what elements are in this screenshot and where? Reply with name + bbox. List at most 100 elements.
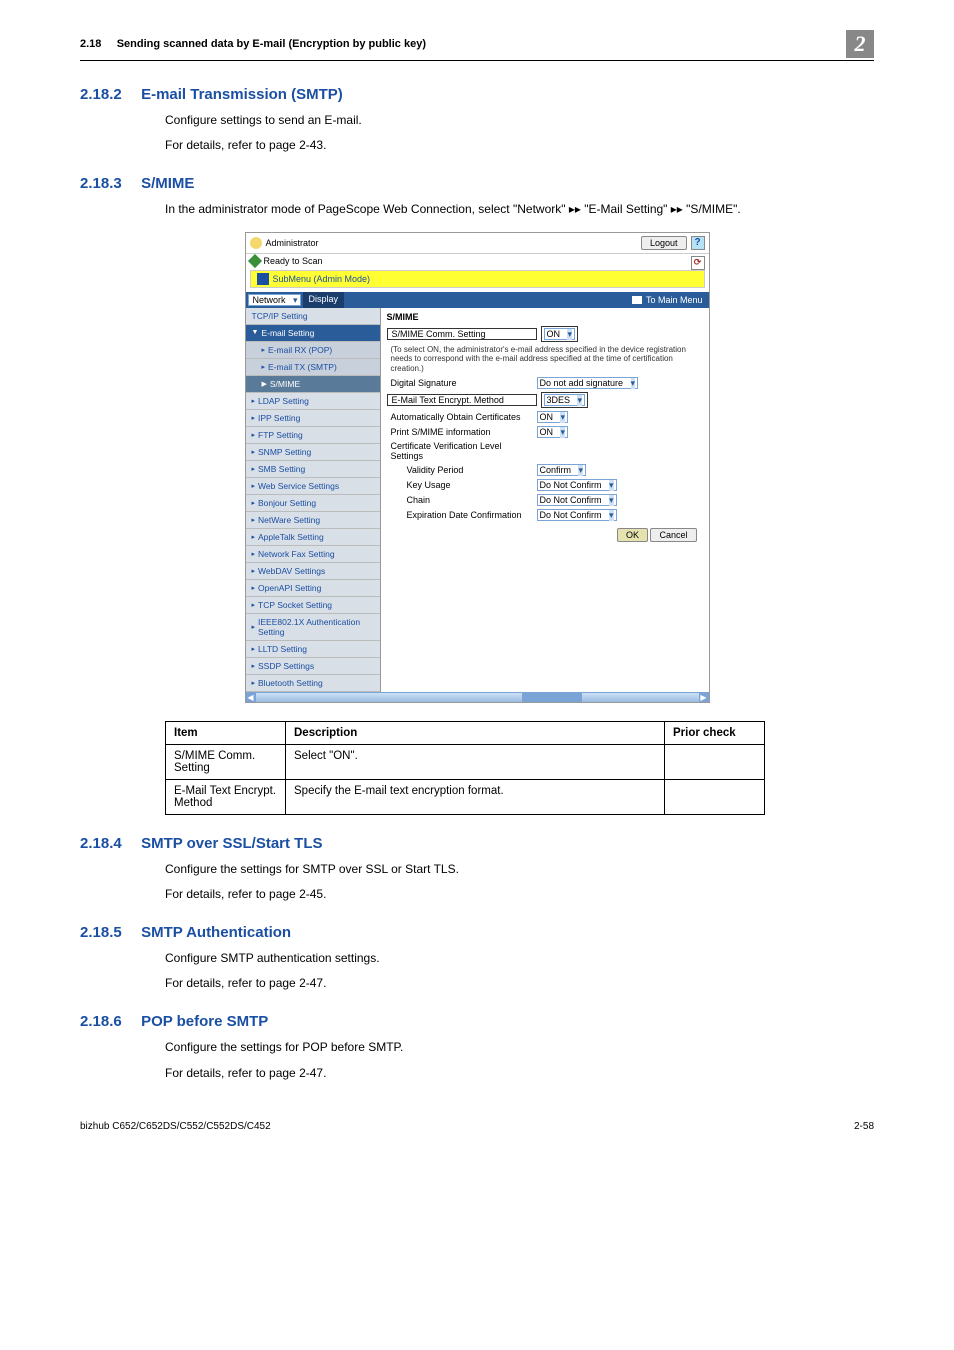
sidebar-item[interactable]: ▸E-mail RX (POP) bbox=[246, 342, 380, 359]
sidebar-item[interactable]: ▸WebDAV Settings bbox=[246, 563, 380, 580]
dropdown-select[interactable]: ON bbox=[544, 328, 576, 340]
horizontal-scrollbar[interactable]: ◀ ▶ bbox=[246, 692, 709, 702]
dropdown-select[interactable]: 3DES bbox=[544, 394, 586, 406]
scroll-right-icon[interactable]: ▶ bbox=[699, 693, 709, 702]
sidebar-item[interactable]: ▸Bluetooth Setting bbox=[246, 675, 380, 692]
tree-arrow-icon: ▸ bbox=[252, 465, 256, 473]
sidebar-item[interactable]: ▸LDAP Setting bbox=[246, 393, 380, 410]
highlight-box: ON bbox=[541, 326, 579, 342]
sec-num: 2.18.4 bbox=[80, 835, 122, 852]
status-icon bbox=[247, 254, 261, 268]
form-row: Digital SignatureDo not add signature bbox=[387, 377, 703, 389]
tree-arrow-icon: ▸ bbox=[252, 662, 256, 670]
dropdown-select[interactable]: Confirm bbox=[537, 464, 587, 476]
body-text: Configure the settings for POP before SM… bbox=[165, 1038, 874, 1057]
page-footer: bizhub C652/C652DS/C552/C552DS/C452 2-58 bbox=[0, 1109, 954, 1150]
sidebar-item-label: E-mail Setting bbox=[261, 328, 314, 338]
sidebar-item[interactable]: ▸OpenAPI Setting bbox=[246, 580, 380, 597]
tree-arrow-icon: ▸ bbox=[252, 584, 256, 592]
header-section-num: 2.18 bbox=[80, 38, 101, 50]
embedded-screenshot: Administrator Logout ? ⟳ Ready to Scan S… bbox=[245, 232, 710, 703]
sidebar-item[interactable]: ▸E-mail TX (SMTP) bbox=[246, 359, 380, 376]
to-main-menu[interactable]: To Main Menu bbox=[626, 292, 709, 308]
field-label: S/MIME Comm. Setting bbox=[387, 328, 537, 340]
sidebar-item-label: Web Service Settings bbox=[258, 481, 339, 491]
body-text: For details, refer to page 2-47. bbox=[165, 1064, 874, 1083]
table-cell: E-Mail Text Encrypt. Method bbox=[166, 779, 286, 814]
sidebar-item[interactable]: ▸IPP Setting bbox=[246, 410, 380, 427]
tree-arrow-icon: ▸ bbox=[252, 623, 256, 631]
menu-icon bbox=[632, 296, 642, 304]
note-text: (To select ON, the administrator's e-mai… bbox=[387, 345, 703, 378]
field-label: Certificate Verification Level Settings bbox=[387, 441, 537, 461]
footer-model: bizhub C652/C652DS/C552/C552DS/C452 bbox=[80, 1121, 271, 1132]
submenu-bar[interactable]: SubMenu (Admin Mode) bbox=[250, 270, 705, 288]
tree-arrow-icon: ▸ bbox=[252, 397, 256, 405]
tree-arrow-icon: ▸ bbox=[262, 363, 266, 371]
sidebar-item[interactable]: ▸Web Service Settings bbox=[246, 478, 380, 495]
footer-page: 2-58 bbox=[854, 1121, 874, 1132]
sidebar-item[interactable]: ▸SNMP Setting bbox=[246, 444, 380, 461]
tree-arrow-icon: ▼ bbox=[252, 329, 259, 336]
sidebar-item[interactable]: ▸IEEE802.1X Authentication Setting bbox=[246, 614, 380, 641]
header-left: 2.18 Sending scanned data by E-mail (Enc… bbox=[80, 38, 426, 50]
body-text: Configure SMTP authentication settings. bbox=[165, 949, 874, 968]
display-tab[interactable]: Display bbox=[303, 292, 345, 308]
body-text: Configure the settings for SMTP over SSL… bbox=[165, 860, 874, 879]
refresh-icon[interactable]: ⟳ bbox=[691, 256, 705, 270]
tree-arrow-icon: ▸ bbox=[262, 346, 266, 354]
tree-arrow-icon: ▸ bbox=[252, 499, 256, 507]
table-cell bbox=[665, 744, 765, 779]
submenu-label: SubMenu (Admin Mode) bbox=[273, 274, 371, 284]
panel-heading: S/MIME bbox=[387, 312, 703, 322]
ok-button[interactable]: OK bbox=[617, 528, 648, 542]
sidebar-item[interactable]: ▸TCP Socket Setting bbox=[246, 597, 380, 614]
scroll-thumb[interactable] bbox=[522, 693, 582, 702]
status-text: Ready to Scan bbox=[264, 256, 323, 266]
sidebar-item[interactable]: ▸Bonjour Setting bbox=[246, 495, 380, 512]
section-2-18-5: 2.18.5 SMTP Authentication bbox=[80, 924, 874, 941]
sidebar-item[interactable]: ▸LLTD Setting bbox=[246, 641, 380, 658]
section-2-18-3: 2.18.3 S/MIME bbox=[80, 175, 874, 192]
sidebar-item[interactable]: TCP/IP Setting bbox=[246, 308, 380, 325]
body-text: In the administrator mode of PageScope W… bbox=[165, 200, 874, 219]
tree-arrow-icon: ▸ bbox=[252, 550, 256, 558]
header-section-title: Sending scanned data by E-mail (Encrypti… bbox=[117, 38, 426, 50]
help-icon[interactable]: ? bbox=[691, 236, 705, 250]
dropdown-select[interactable]: ON bbox=[537, 411, 569, 423]
logout-button[interactable]: Logout bbox=[641, 236, 687, 250]
sec-num: 2.18.5 bbox=[80, 924, 122, 941]
sidebar-item[interactable]: ▸AppleTalk Setting bbox=[246, 529, 380, 546]
form-row: S/MIME Comm. Setting ON bbox=[387, 326, 703, 342]
sidebar-item-label: Bonjour Setting bbox=[258, 498, 316, 508]
form-row: ChainDo Not Confirm bbox=[387, 494, 703, 506]
body-text: For details, refer to page 2-43. bbox=[165, 136, 874, 155]
dropdown-select[interactable]: ON bbox=[537, 426, 569, 438]
sidebar-item-label: E-mail TX (SMTP) bbox=[268, 362, 337, 372]
scroll-left-icon[interactable]: ◀ bbox=[246, 693, 256, 702]
cancel-button[interactable]: Cancel bbox=[650, 528, 696, 542]
sidebar-item[interactable]: ▸FTP Setting bbox=[246, 427, 380, 444]
settings-table: Item Description Prior check S/MIME Comm… bbox=[165, 721, 765, 815]
sidebar-item-label: SNMP Setting bbox=[258, 447, 311, 457]
network-dropdown[interactable]: Network bbox=[248, 294, 301, 306]
dropdown-select[interactable]: Do not add signature bbox=[537, 377, 639, 389]
dropdown-select[interactable]: Do Not Confirm bbox=[537, 479, 617, 491]
dropdown-select[interactable]: Do Not Confirm bbox=[537, 494, 617, 506]
sidebar-item[interactable]: ▶S/MIME bbox=[246, 376, 380, 393]
sidebar-item[interactable]: ▼E-mail Setting bbox=[246, 325, 380, 342]
sidebar-item-label: NetWare Setting bbox=[258, 515, 320, 525]
sidebar-item-label: WebDAV Settings bbox=[258, 566, 325, 576]
sidebar-item[interactable]: ▸Network Fax Setting bbox=[246, 546, 380, 563]
sidebar-item-label: LLTD Setting bbox=[258, 644, 307, 654]
sidebar-item[interactable]: ▸SSDP Settings bbox=[246, 658, 380, 675]
table-row: E-Mail Text Encrypt. Method Specify the … bbox=[166, 779, 765, 814]
dropdown-select[interactable]: Do Not Confirm bbox=[537, 509, 617, 521]
sidebar-item-label: IEEE802.1X Authentication Setting bbox=[258, 617, 373, 637]
sidebar-item-label: SMB Setting bbox=[258, 464, 305, 474]
sidebar-item[interactable]: ▸SMB Setting bbox=[246, 461, 380, 478]
tree-arrow-icon: ▸ bbox=[252, 679, 256, 687]
table-row: S/MIME Comm. Setting Select "ON". bbox=[166, 744, 765, 779]
sidebar-item[interactable]: ▸NetWare Setting bbox=[246, 512, 380, 529]
sidebar-item-label: Bluetooth Setting bbox=[258, 678, 323, 688]
